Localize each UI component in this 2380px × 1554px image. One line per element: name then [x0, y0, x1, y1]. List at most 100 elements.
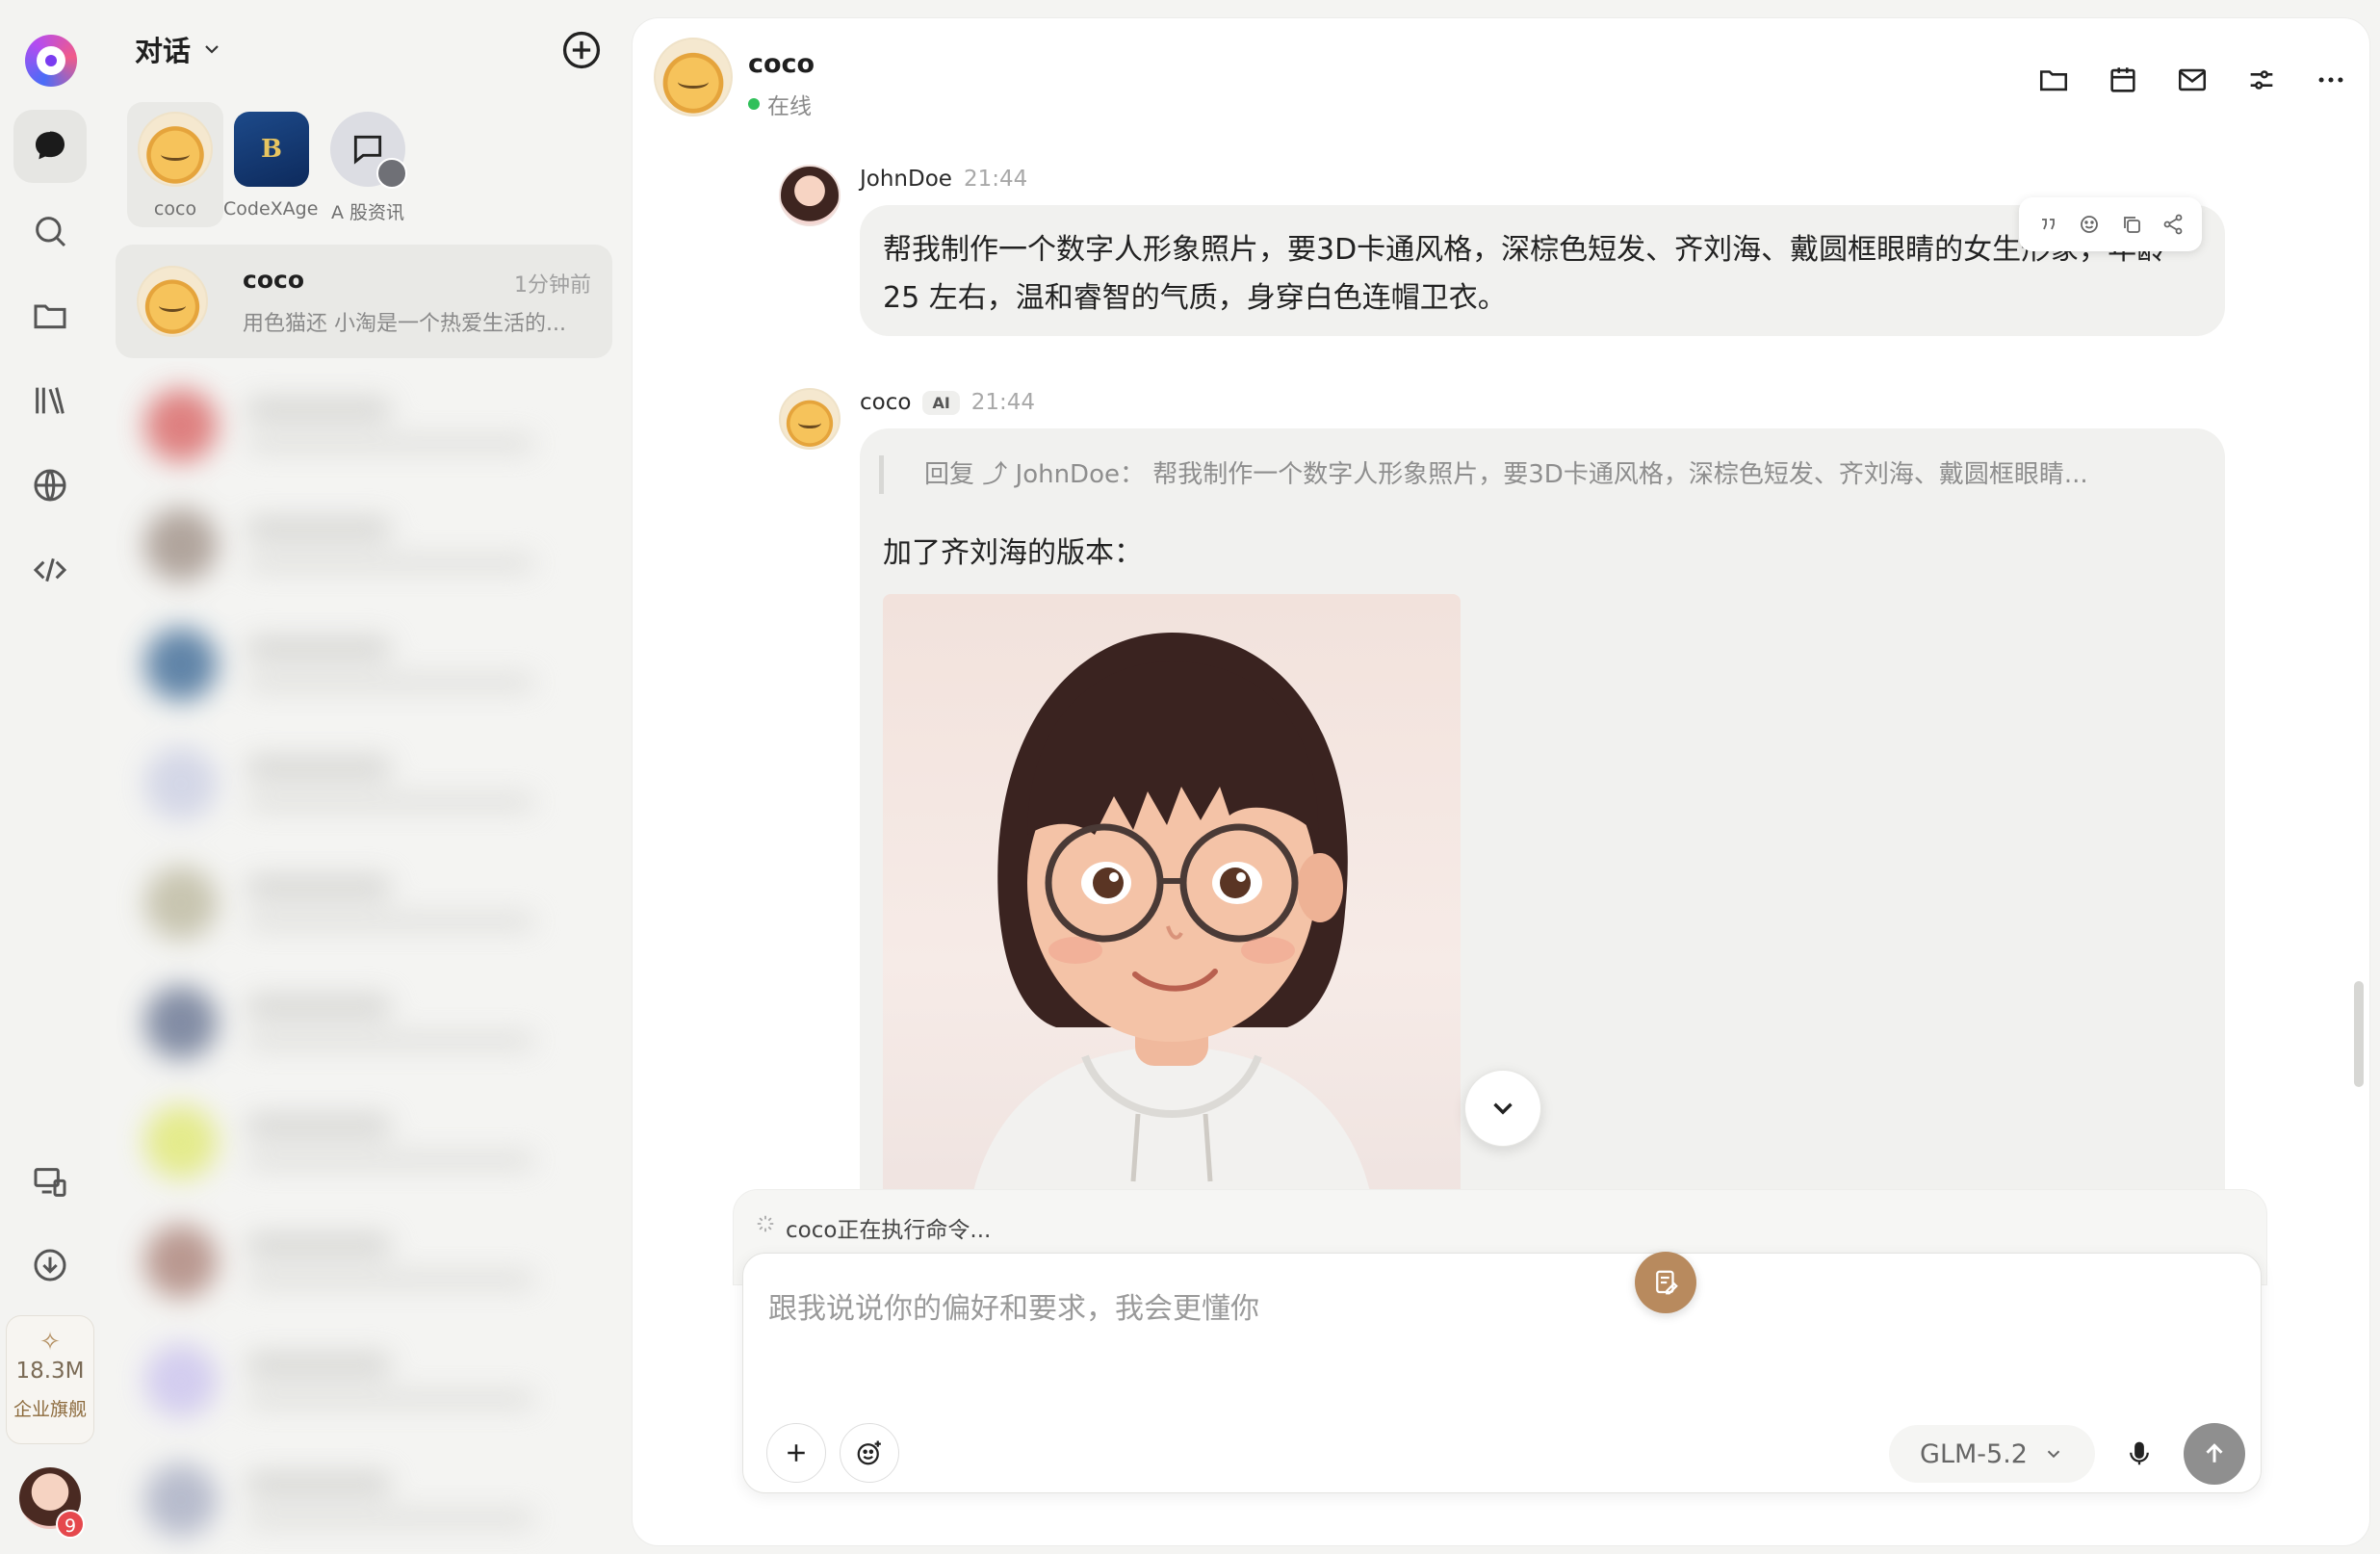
list-item[interactable]: [116, 366, 597, 485]
notification-badge: 9: [56, 1510, 85, 1539]
calendar-icon: [2110, 67, 2135, 92]
coco-avatar: [138, 112, 213, 187]
pinned-agent-label: coco: [153, 198, 197, 220]
quote-icon[interactable]: [2036, 213, 2059, 236]
nav-download[interactable]: [13, 1229, 87, 1302]
ai-badge: AI: [922, 390, 960, 415]
list-item[interactable]: [116, 843, 597, 963]
notes-fab[interactable]: [1635, 1252, 1696, 1313]
nav-code[interactable]: [13, 533, 87, 607]
conversation-item-active[interactable]: coco 1分钟前 用色猫还 小淘是一个热爱生活的...: [116, 245, 612, 358]
mail-button[interactable]: [2173, 61, 2212, 99]
pinned-agent-codex[interactable]: B CodeXAgent: [223, 102, 320, 227]
generated-portrait-image[interactable]: [883, 594, 1461, 1210]
model-name: GLM-5.2: [1920, 1438, 2028, 1469]
list-item[interactable]: [116, 724, 597, 843]
ai-message-meta: coco AI 21:44: [860, 390, 1035, 415]
ai-message-avatar[interactable]: [779, 388, 841, 450]
conversation-name: coco: [243, 266, 304, 294]
pinned-agent-coco[interactable]: coco: [127, 102, 223, 227]
ai-message-bubble: 回复 ⤴ JohnDoe： 帮我制作一个数字人形象照片，要3D卡通风格，深棕色短…: [860, 428, 2225, 1218]
nav-chat[interactable]: [13, 110, 87, 183]
left-rail: ✧ 18.3M 企业旗舰 9: [0, 0, 100, 1554]
message-author: JohnDoe: [860, 167, 952, 192]
settings-button[interactable]: [2242, 61, 2281, 99]
more-button[interactable]: [2312, 61, 2350, 99]
chevron-down-icon: [2047, 1450, 2060, 1459]
pinned-agent-label: CodeXAgent: [223, 198, 320, 220]
pinned-agent-label: A 股资讯: [330, 202, 405, 223]
codex-avatar: B: [234, 112, 309, 187]
devices-icon: [34, 1168, 66, 1197]
list-item[interactable]: [116, 1082, 597, 1202]
model-selector[interactable]: GLM-5.2: [1889, 1425, 2095, 1483]
folder-icon: [2039, 70, 2068, 91]
download-icon: [34, 1249, 66, 1282]
nav-files[interactable]: [13, 279, 87, 352]
sliders-icon: [2250, 70, 2273, 90]
message-composer[interactable]: 跟我说说你的偏好和要求，我会更懂你 GLM-5.2: [742, 1253, 2262, 1493]
message-time: 21:44: [963, 167, 1028, 192]
share-icon[interactable]: [2161, 213, 2185, 236]
list-item[interactable]: [116, 963, 597, 1082]
portrait-illustration: [970, 633, 1374, 1210]
loading-spinner-icon: [757, 1215, 774, 1232]
plus-icon: [788, 1444, 805, 1462]
library-icon: [36, 387, 65, 414]
chat-status-text: 在线: [767, 94, 812, 119]
user-message-meta: JohnDoe 21:44: [860, 167, 1027, 192]
globe-icon: [34, 469, 66, 502]
group-icon: [376, 158, 407, 189]
conversation-panel: 对话 coco B CodeXAgent A 股资讯 coco 1分钟前 用色猫…: [100, 0, 628, 1554]
conversation-preview: 用色猫还 小淘是一个热爱生活的...: [243, 312, 566, 336]
chat-header-avatar[interactable]: [654, 38, 733, 117]
chat-title: coco: [748, 49, 815, 79]
nav-devices[interactable]: [13, 1146, 87, 1219]
online-dot-icon: [748, 98, 760, 110]
more-horizontal-icon: [2318, 77, 2343, 83]
quota-value: 18.3M: [15, 1359, 85, 1384]
quota-tier: 企业旗舰: [13, 1399, 87, 1420]
code-icon: [33, 557, 67, 583]
chat-toolbar: [2034, 61, 2350, 99]
chat-status: 在线: [748, 88, 812, 120]
user-message-avatar[interactable]: [779, 165, 841, 226]
list-item[interactable]: [116, 1440, 597, 1554]
quota-card[interactable]: ✧ 18.3M 企业旗舰: [6, 1315, 94, 1444]
voice-input-button[interactable]: [2120, 1435, 2159, 1473]
calendar-button[interactable]: [2104, 61, 2142, 99]
list-item[interactable]: [116, 1202, 597, 1321]
mail-icon: [2178, 68, 2207, 91]
files-button[interactable]: [2034, 61, 2073, 99]
message-author: coco: [860, 390, 912, 415]
app-logo[interactable]: [25, 35, 77, 87]
message-time: 21:44: [970, 390, 1036, 415]
blurred-conversation-list: [116, 366, 597, 1554]
message-actions: [2019, 197, 2202, 251]
news-avatar: [330, 112, 407, 189]
chat-bubble-icon: [36, 131, 65, 160]
nav-search[interactable]: [13, 194, 87, 268]
chat-scrollbar[interactable]: [2354, 981, 2364, 1087]
attach-button[interactable]: [766, 1423, 826, 1483]
send-button[interactable]: [2184, 1423, 2245, 1485]
emoji-icon[interactable]: [2078, 213, 2101, 236]
microphone-icon: [2130, 1441, 2149, 1465]
emoji-button[interactable]: [840, 1423, 899, 1483]
panel-title: 对话: [135, 35, 192, 67]
list-item[interactable]: [116, 605, 597, 724]
message-input[interactable]: 跟我说说你的偏好和要求，我会更懂你: [768, 1284, 1259, 1327]
arrow-up-icon: [2206, 1443, 2223, 1463]
nav-library[interactable]: [13, 364, 87, 437]
conversation-filter[interactable]: 对话: [135, 29, 223, 69]
nav-explore[interactable]: [13, 449, 87, 522]
scroll-to-bottom-button[interactable]: [1464, 1070, 1541, 1147]
copy-icon[interactable]: [2120, 213, 2143, 236]
new-chat-icon[interactable]: [560, 29, 603, 71]
pinned-agent-news[interactable]: A 股资讯: [320, 102, 416, 227]
reply-quote[interactable]: 回复 ⤴ JohnDoe： 帮我制作一个数字人形象照片，要3D卡通风格，深棕色短…: [879, 455, 2188, 494]
list-item[interactable]: [116, 1321, 597, 1440]
ai-message-text: 加了齐刘海的版本：: [883, 536, 1143, 570]
list-item[interactable]: [116, 485, 597, 605]
edit-note-icon: [1656, 1270, 1678, 1295]
